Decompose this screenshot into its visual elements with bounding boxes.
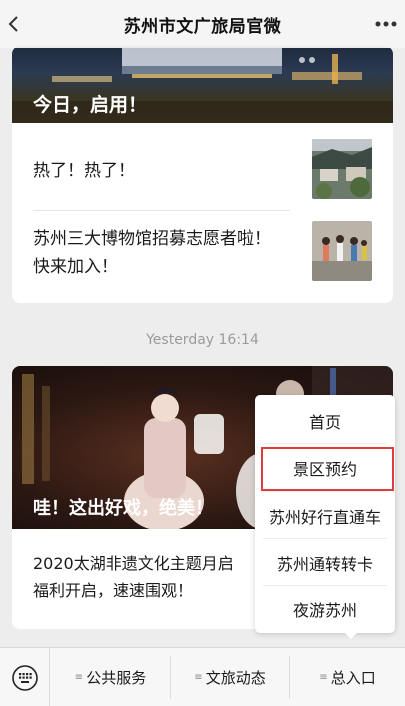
back-arrow-icon[interactable] <box>4 14 24 34</box>
hero-caption: 哇！这出好戏，绝美！ <box>33 498 213 519</box>
submenu-item-night-tour[interactable]: 夜游苏州 <box>255 585 395 632</box>
keyboard-icon <box>11 664 38 691</box>
submenu-popup: 首页 景区预约 苏州好行直通车 苏州通转转卡 夜游苏州 <box>255 395 395 633</box>
menu-main-entry[interactable]: ≡ 总入口 <box>290 648 405 706</box>
submenu-item-home[interactable]: 首页 <box>255 397 395 444</box>
list-item-title-line2: 快来加入！ <box>33 257 118 277</box>
list-item[interactable]: 热了！热了！ <box>12 123 393 220</box>
thumbnail-image-volunteers <box>312 221 372 281</box>
article-summary-line2: 福利开启，速速围观！ <box>33 581 194 600</box>
thumbnail-image-garden <box>312 139 372 199</box>
menu-public-services[interactable]: ≡ 公共服务 <box>51 648 170 706</box>
menu-label: 文旅动态 <box>205 669 266 687</box>
hero-image-station[interactable]: 今日，启用！ <box>12 46 393 123</box>
timestamp: Yesterday 16:14 <box>146 332 259 348</box>
menu-lines-icon: ≡ <box>194 672 202 683</box>
menu-lines-icon: ≡ <box>319 672 327 683</box>
list-item[interactable]: 苏州三大博物馆招募志愿者啦！ 快来加入！ <box>12 211 393 301</box>
title-bar: 苏州市文广旅局官微 <box>0 0 405 48</box>
highlight-box <box>261 447 394 491</box>
article-card-1[interactable]: 今日，启用！ 热了！热了！ 苏州三大博物馆招募志愿者啦！ 快来加入！ <box>12 46 393 303</box>
article-summary-line1: 2020太湖非遗文化主题月启 <box>33 554 234 573</box>
page-title: 苏州市文广旅局官微 <box>123 16 282 37</box>
bottom-menu-bar: ≡ 公共服务 ≡ 文旅动态 ≡ 总入口 <box>0 647 405 706</box>
menu-label: 总入口 <box>330 669 376 687</box>
submenu-pointer <box>343 631 359 639</box>
keyboard-toggle-button[interactable] <box>0 648 50 706</box>
submenu-item-transit-card[interactable]: 苏州通转转卡 <box>255 539 395 586</box>
more-options-icon[interactable] <box>373 14 399 34</box>
list-item-title-line1: 苏州三大博物馆招募志愿者啦！ <box>33 229 271 249</box>
article-summary: 2020太湖非遗文化主题月启 福利开启，速速围观！ <box>33 550 283 604</box>
menu-culture-tourism-news[interactable]: ≡ 文旅动态 <box>171 648 289 706</box>
list-item-title: 热了！热了！ <box>33 161 135 181</box>
submenu-item-express-bus[interactable]: 苏州好行直通车 <box>255 492 395 539</box>
menu-label: 公共服务 <box>86 669 147 687</box>
hero-caption: 今日，启用！ <box>33 94 148 116</box>
menu-lines-icon: ≡ <box>74 672 83 683</box>
